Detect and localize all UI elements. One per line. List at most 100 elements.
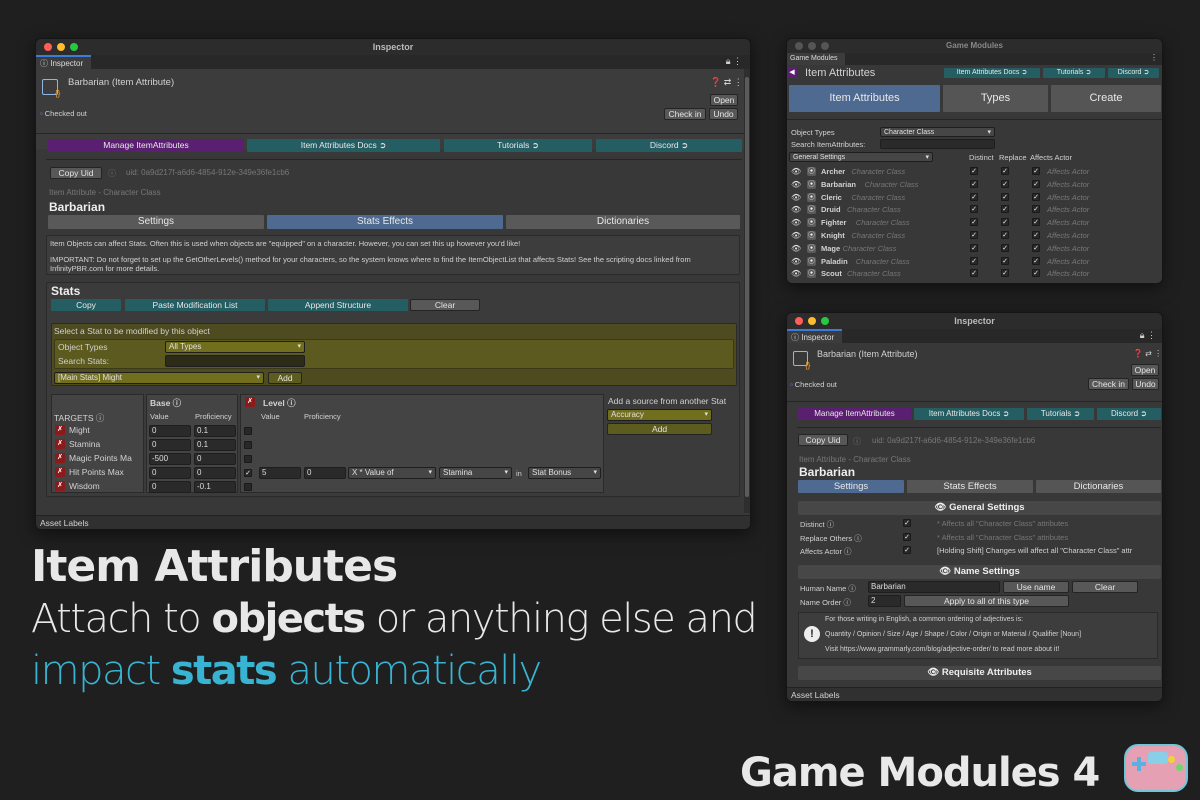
level-toggle-checkbox[interactable] [244, 455, 252, 463]
open-button[interactable]: Open [1131, 364, 1159, 376]
minimize-dot[interactable] [808, 42, 816, 50]
replace-checkbox[interactable]: ✓ [1001, 231, 1009, 239]
back-arrow-icon[interactable]: ◀ [787, 67, 797, 78]
copy-button[interactable]: Copy [51, 299, 121, 311]
level-value-input[interactable]: 5 [259, 467, 301, 479]
close-dot[interactable] [44, 43, 52, 51]
accuracy-select[interactable]: Accuracy [607, 409, 712, 421]
eye-icon[interactable]: 👁︎ [791, 231, 801, 240]
list-item[interactable]: 👁︎ ⦿ Mage Character Class ✓ ✓ ✓ Affects … [787, 242, 1162, 255]
requisite-attributes-header[interactable]: 👁 Requisite Attributes [798, 666, 1161, 680]
replace-checkbox[interactable]: ✓ [1001, 269, 1009, 278]
operation-select[interactable]: X * Value of [348, 467, 436, 479]
lock-icon[interactable]: 🔒︎ ⋮ [1140, 330, 1156, 341]
replace-checkbox[interactable]: ✓ [1001, 179, 1009, 188]
list-item[interactable]: 👁︎ ⦿ Cleric Character Class ✓ ✓ ✓ Affect… [787, 191, 1162, 204]
tab-create[interactable]: Create [1051, 85, 1161, 112]
base-value-input[interactable]: -500 [149, 453, 191, 465]
replace-checkbox[interactable]: ✓ [1001, 218, 1009, 227]
eye-icon[interactable]: 👁︎ [791, 193, 801, 202]
eye-icon[interactable]: 👁︎ [791, 167, 801, 176]
tab-stats-effects[interactable]: Stats Effects [267, 215, 503, 229]
inspector-tab[interactable]: ⓘ Inspector [36, 55, 92, 69]
tutorials-link[interactable]: Tutorials ➲ [1027, 408, 1094, 420]
select-icon[interactable]: ⦿ [807, 269, 816, 279]
inspector-tab[interactable]: ⓘ Inspector [787, 329, 843, 343]
menu-icon[interactable]: ⋮ [1150, 53, 1158, 62]
base-proficiency-input[interactable]: 0 [194, 453, 236, 465]
remove-target-button[interactable]: ✗ [55, 481, 65, 491]
distinct-checkbox[interactable]: ✓ [970, 231, 978, 239]
affects-actor-checkbox[interactable]: ✓ [1032, 167, 1040, 175]
level-toggle-checkbox[interactable] [244, 427, 252, 435]
apply-all-button[interactable]: Apply to all of this type [904, 595, 1069, 607]
game-modules-tab[interactable]: Game Modules [787, 53, 846, 65]
tab-settings[interactable]: Settings [798, 480, 904, 493]
select-icon[interactable]: ⦿ [807, 179, 816, 189]
list-item[interactable]: 👁︎ ⦿ Fighter Character Class ✓ ✓ ✓ Affec… [787, 216, 1162, 229]
affects-actor-checkbox[interactable]: ✓ [903, 546, 911, 554]
scrollbar[interactable] [744, 69, 750, 513]
list-item[interactable]: 👁︎ ⦿ Knight Character Class ✓ ✓ ✓ Affect… [787, 229, 1162, 242]
paste-modification-button[interactable]: Paste Modification List [125, 299, 265, 311]
search-input[interactable] [880, 139, 995, 149]
affects-actor-checkbox[interactable]: ✓ [1032, 269, 1040, 278]
help-icon[interactable]: ❓ ⇄ ⋮ [710, 77, 743, 88]
close-dot[interactable] [795, 42, 803, 50]
distinct-checkbox[interactable]: ✓ [903, 519, 911, 527]
general-settings-header[interactable]: 👁 General Settings [798, 501, 1161, 515]
distinct-checkbox[interactable]: ✓ [970, 192, 978, 201]
replace-checkbox[interactable]: ✓ [1001, 243, 1009, 252]
distinct-checkbox[interactable]: ✓ [970, 205, 978, 214]
replace-checkbox[interactable]: ✓ [1001, 167, 1009, 175]
affects-actor-checkbox[interactable]: ✓ [1032, 205, 1040, 214]
affects-actor-checkbox[interactable]: ✓ [1032, 256, 1040, 265]
undo-button[interactable]: Undo [709, 108, 738, 120]
stat-choice-select[interactable]: [Main Stats] Might [54, 372, 264, 384]
select-icon[interactable]: ⦿ [807, 205, 816, 215]
level-proficiency-input[interactable]: 0 [304, 467, 346, 479]
name-order-input[interactable]: 2 [868, 595, 901, 607]
discord-link[interactable]: Discord ➲ [596, 139, 742, 152]
base-value-input[interactable]: 0 [149, 467, 191, 479]
docs-link[interactable]: Item Attributes Docs ➲ [944, 68, 1040, 78]
eye-icon[interactable]: 👁︎ [791, 218, 801, 227]
open-button[interactable]: Open [710, 94, 738, 106]
clear-button[interactable]: Clear [410, 299, 480, 311]
list-item[interactable]: 👁︎ ⦿ Barbarian Character Class ✓ ✓ ✓ Aff… [787, 178, 1162, 191]
help-icon[interactable]: ❓ ⇄ ⋮ [1133, 349, 1162, 358]
select-icon[interactable]: ⦿ [807, 256, 816, 266]
use-name-button[interactable]: Use name [1003, 581, 1069, 593]
level-toggle-checkbox[interactable]: ✓ [244, 469, 252, 477]
remove-level-button[interactable]: ✗ [245, 397, 255, 407]
check-in-button[interactable]: Check in [1088, 378, 1129, 390]
docs-link[interactable]: Item Attributes Docs ➲ [914, 408, 1024, 420]
add-source-button[interactable]: Add [607, 423, 712, 435]
list-item[interactable]: 👁︎ ⦿ Druid Character Class ✓ ✓ ✓ Affects… [787, 203, 1162, 216]
base-proficiency-input[interactable]: 0.1 [194, 425, 236, 437]
replace-checkbox[interactable]: ✓ [1001, 256, 1009, 265]
tutorials-link[interactable]: Tutorials ➲ [1043, 68, 1105, 78]
select-icon[interactable]: ⦿ [807, 231, 816, 240]
remove-target-button[interactable]: ✗ [55, 425, 65, 435]
general-settings-select[interactable]: General Settings [789, 152, 933, 162]
tab-dictionaries[interactable]: Dictionaries [506, 215, 740, 229]
remove-target-button[interactable]: ✗ [55, 453, 65, 463]
base-value-input[interactable]: 0 [149, 439, 191, 451]
docs-link[interactable]: Item Attributes Docs ➲ [247, 139, 440, 152]
object-types-select[interactable]: Character Class [880, 127, 995, 137]
copy-uid-button[interactable]: Copy Uid [798, 434, 848, 446]
clear-name-button[interactable]: Clear [1072, 581, 1138, 593]
affects-actor-checkbox[interactable]: ✓ [1032, 243, 1040, 252]
list-item[interactable]: 👁︎ ⦿ Scout Character Class ✓ ✓ ✓ Affects… [787, 267, 1162, 280]
tab-item-attributes[interactable]: Item Attributes [789, 85, 940, 112]
lock-icon[interactable]: 🔒︎ ⋮ [726, 56, 742, 67]
zoom-dot[interactable] [821, 317, 829, 325]
add-stat-button[interactable]: Add [268, 372, 302, 384]
select-icon[interactable]: ⦿ [807, 243, 816, 253]
eye-icon[interactable]: 👁︎ [791, 205, 801, 214]
eye-icon[interactable]: 👁︎ [791, 257, 801, 266]
base-proficiency-input[interactable]: 0 [194, 467, 236, 479]
distinct-checkbox[interactable]: ✓ [970, 179, 978, 188]
distinct-checkbox[interactable]: ✓ [970, 269, 978, 278]
